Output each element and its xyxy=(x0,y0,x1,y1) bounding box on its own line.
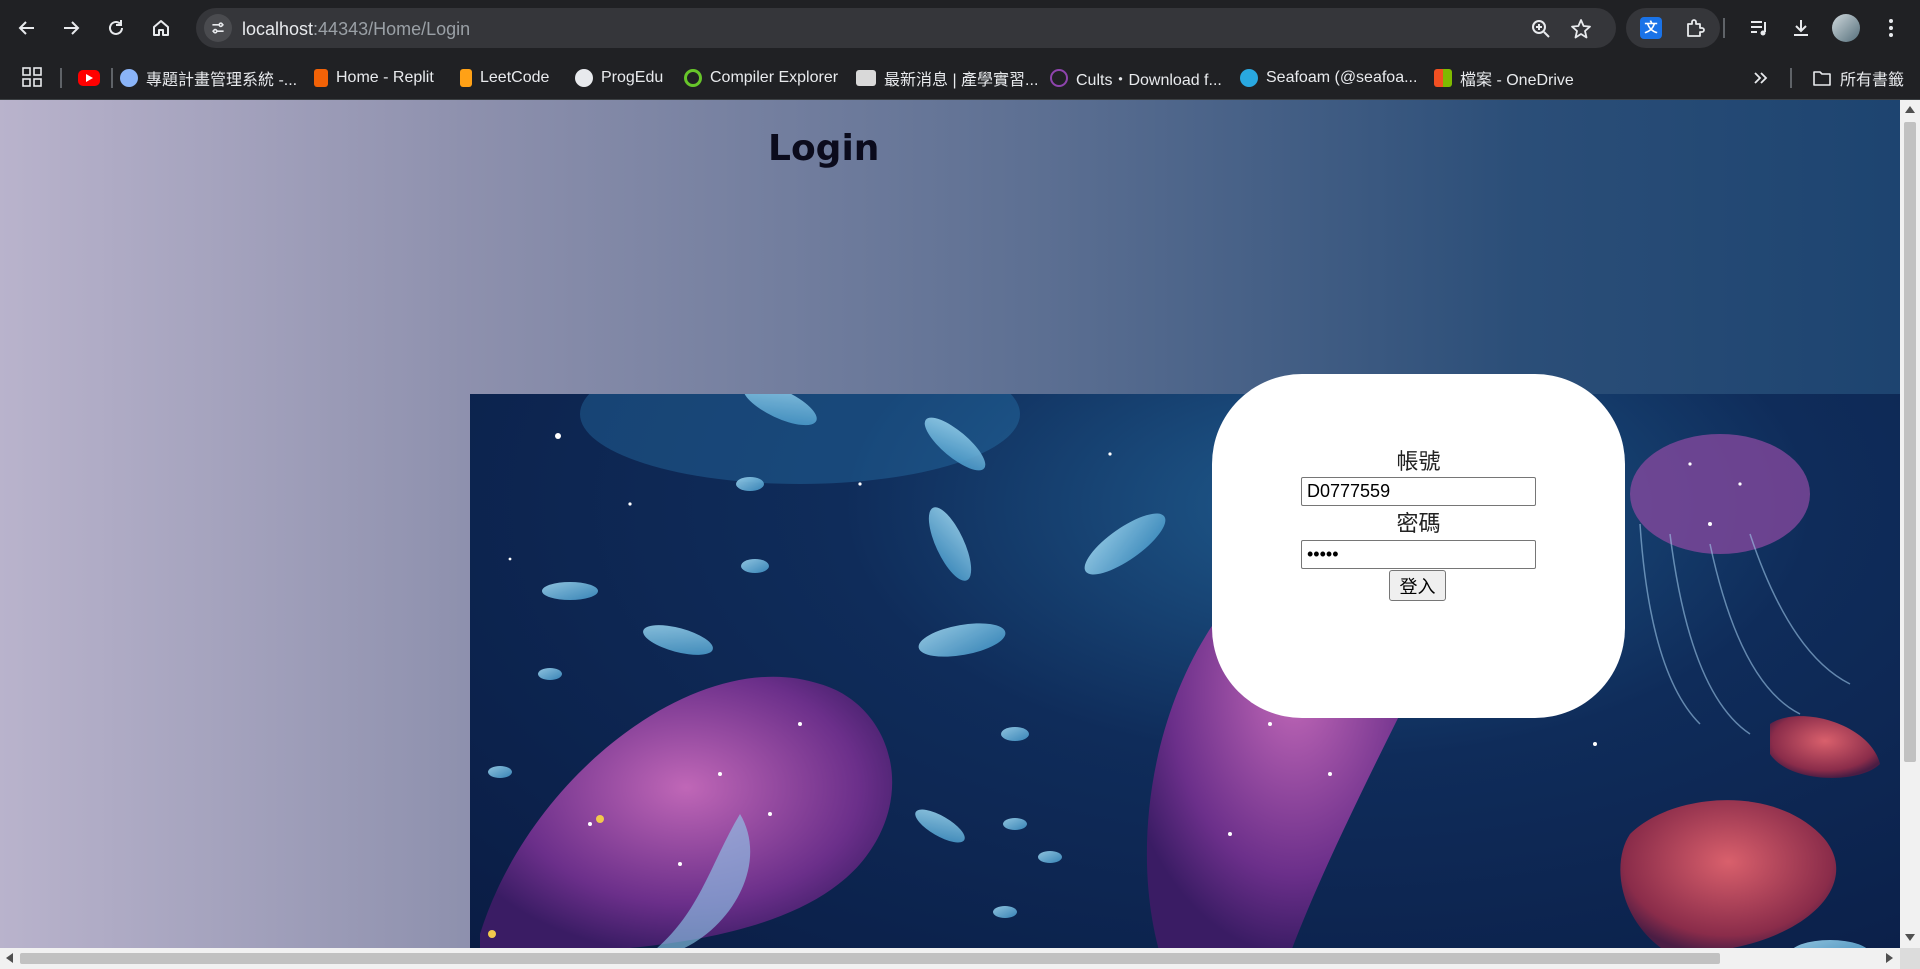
globe-icon xyxy=(120,69,138,87)
bookmark-cults[interactable]: Cults・Download f... xyxy=(1050,67,1222,89)
site-info-button[interactable] xyxy=(204,14,232,42)
youtube-icon xyxy=(78,70,100,86)
bookmark-seafoam[interactable]: Seafoam (@seafoa... xyxy=(1240,67,1417,89)
chrome-menu-button[interactable] xyxy=(1877,14,1905,42)
page-title: Login xyxy=(768,128,880,169)
bookmark-label: 專題計畫管理系統 -... xyxy=(146,72,298,89)
login-button[interactable]: 登入 xyxy=(1389,570,1446,601)
home-icon xyxy=(153,20,169,36)
media-controls-button[interactable] xyxy=(1745,14,1773,42)
account-input[interactable] xyxy=(1301,477,1536,506)
scroll-right-arrow-icon[interactable] xyxy=(1886,953,1893,963)
whales-illustration xyxy=(480,394,1880,948)
replit-icon xyxy=(314,69,328,87)
bookmark-project-system[interactable]: 專題計畫管理系統 -... xyxy=(120,67,297,89)
home-button[interactable] xyxy=(143,10,179,46)
seafoam-icon xyxy=(1240,69,1258,87)
bookmark-progedu[interactable]: ProgEdu xyxy=(575,67,663,89)
vertical-scroll-thumb[interactable] xyxy=(1904,122,1916,762)
translate-icon[interactable]: 文 xyxy=(1640,17,1662,39)
horizontal-scroll-thumb[interactable] xyxy=(20,953,1720,964)
login-card: 帳號 密碼 登入 xyxy=(1212,374,1625,718)
scroll-down-arrow-icon[interactable] xyxy=(1905,934,1915,941)
scroll-left-arrow-icon[interactable] xyxy=(6,953,13,963)
bookmark-youtube[interactable] xyxy=(78,67,100,89)
arrow-right-icon xyxy=(64,21,80,35)
profile-avatar[interactable] xyxy=(1832,14,1860,42)
reload-button[interactable] xyxy=(98,10,134,46)
queue-music-icon xyxy=(1751,21,1766,36)
compiler-explorer-icon xyxy=(684,69,702,87)
bookmark-star-icon[interactable] xyxy=(1570,18,1592,40)
more-vert-icon xyxy=(1889,19,1893,37)
bookmark-leetcode[interactable]: LeetCode xyxy=(460,67,549,89)
bookmark-onedrive[interactable]: 檔案 - OneDrive xyxy=(1434,67,1574,89)
scrollbar-corner xyxy=(1900,948,1920,969)
more-bookmarks-chevron-icon[interactable] xyxy=(1752,70,1770,86)
all-bookmarks-folder[interactable]: 所有書籤 xyxy=(1812,67,1904,89)
bookmark-label: LeetCode xyxy=(480,69,550,86)
extensions-group: 文 xyxy=(1626,8,1720,48)
address-bar[interactable]: localhost:44343/Home/Login xyxy=(196,8,1616,48)
leetcode-icon xyxy=(460,69,472,87)
forward-button[interactable] xyxy=(53,10,89,46)
iecs-icon xyxy=(856,70,876,86)
password-label: 密碼 xyxy=(1396,512,1441,537)
bookmark-label: Cults・Download f... xyxy=(1076,72,1222,89)
apps-grid-icon[interactable] xyxy=(21,66,43,88)
browser-toolbar: localhost:44343/Home/Login 文 xyxy=(0,0,1920,56)
extensions-puzzle-icon[interactable] xyxy=(1684,17,1706,39)
folder-icon xyxy=(1813,71,1831,86)
scroll-up-arrow-icon[interactable] xyxy=(1905,106,1915,113)
url-text[interactable]: localhost:44343/Home/Login xyxy=(242,19,470,40)
bookmarks-divider xyxy=(1790,68,1792,88)
progedu-icon xyxy=(575,69,593,87)
horizontal-scrollbar[interactable] xyxy=(0,948,1900,969)
ocean-background-image xyxy=(470,394,1900,948)
all-bookmarks-label: 所有書籤 xyxy=(1840,72,1905,89)
bookmarks-divider xyxy=(60,68,62,88)
bookmark-compiler-explorer[interactable]: Compiler Explorer xyxy=(684,67,838,89)
downloads-button[interactable] xyxy=(1787,14,1815,42)
reload-icon xyxy=(109,20,123,35)
back-button[interactable] xyxy=(9,10,45,46)
account-label: 帳號 xyxy=(1396,450,1441,475)
bookmark-label: 檔案 - OneDrive xyxy=(1460,72,1574,89)
bookmark-label: Home - Replit xyxy=(336,69,434,86)
bookmark-label: Seafoam (@seafoa... xyxy=(1266,69,1418,86)
bookmarks-bar: 專題計畫管理系統 -... Home - Replit LeetCode Pro… xyxy=(0,56,1920,100)
toolbar-divider xyxy=(1723,18,1725,38)
bookmark-label: Compiler Explorer xyxy=(710,69,839,86)
url-path: :44343/Home/Login xyxy=(313,19,471,39)
cults-icon xyxy=(1050,69,1068,87)
tune-icon xyxy=(212,22,224,34)
page-viewport: Login 帳號 D0777559 密碼 ••••• 登入 xyxy=(0,100,1900,948)
url-host: localhost xyxy=(242,19,314,39)
bookmark-label: 最新消息 | 產學實習... xyxy=(884,72,1039,89)
zoom-icon[interactable] xyxy=(1530,18,1552,40)
arrow-left-icon xyxy=(18,21,34,35)
bookmark-label: ProgEdu xyxy=(601,69,664,86)
password-input[interactable] xyxy=(1301,540,1536,569)
vertical-scrollbar[interactable] xyxy=(1900,100,1920,948)
bookmark-replit[interactable]: Home - Replit xyxy=(314,67,434,89)
bookmark-iecs[interactable]: 最新消息 | 產學實習... xyxy=(856,67,1038,89)
bookmarks-divider xyxy=(111,68,113,88)
download-icon xyxy=(1794,20,1808,36)
microsoft-icon xyxy=(1434,69,1452,87)
